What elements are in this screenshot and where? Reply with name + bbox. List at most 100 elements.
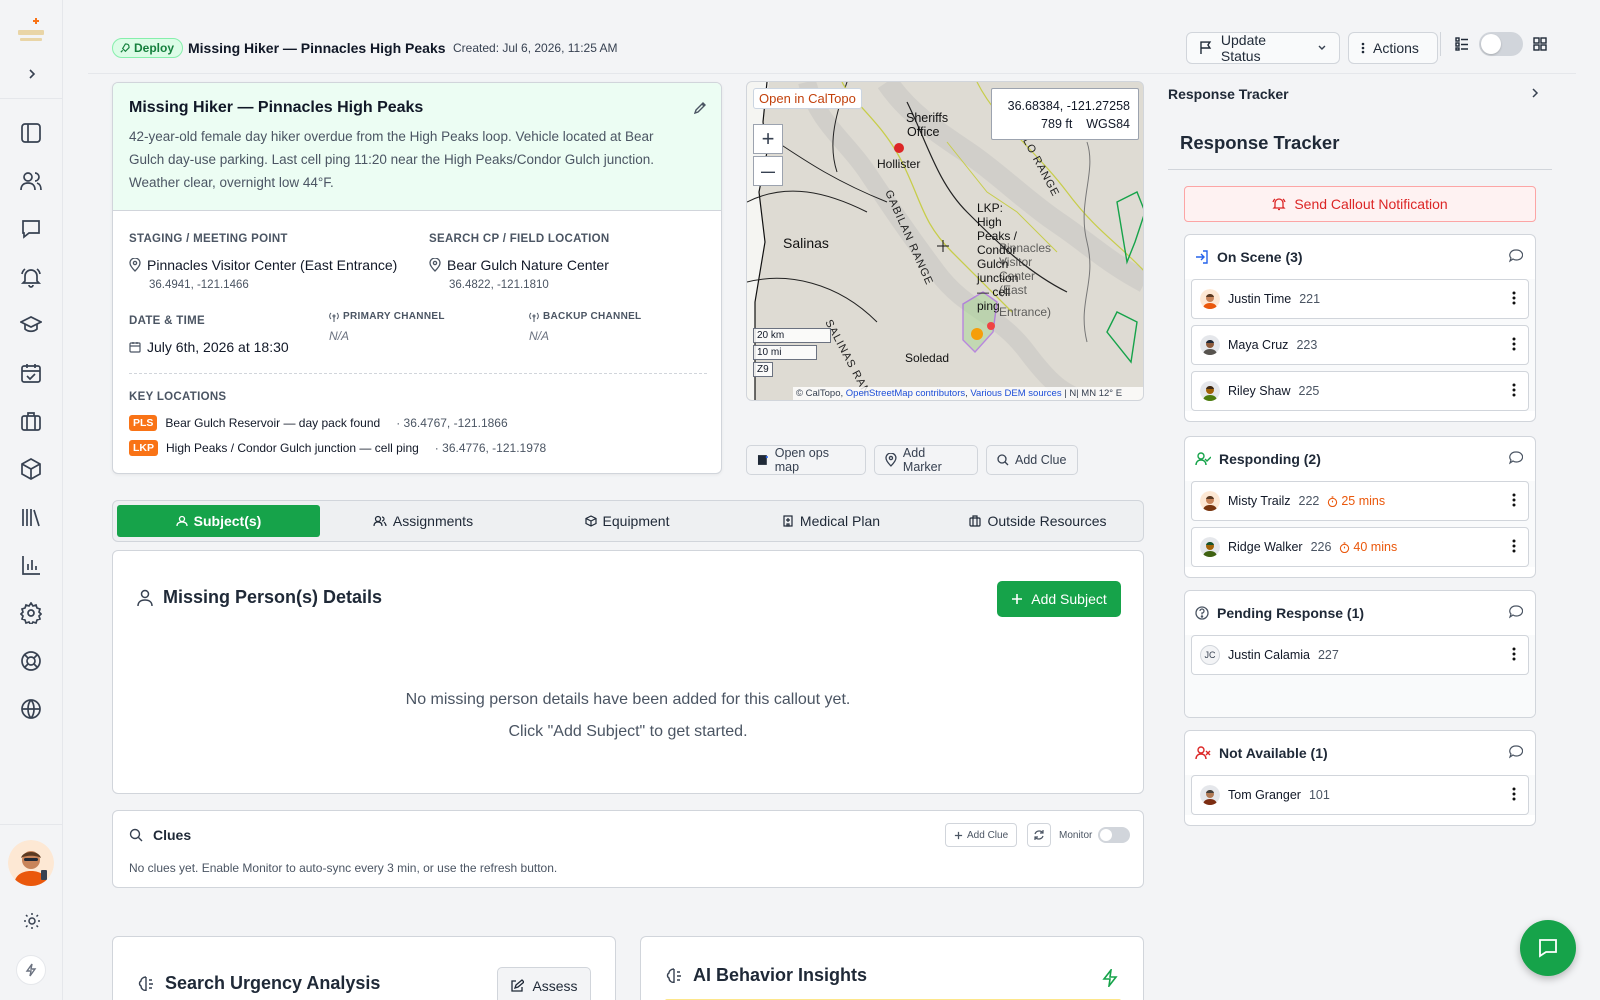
responder-row[interactable]: Justin Time 221 [1191, 279, 1529, 319]
lkp-line: High [977, 215, 1002, 229]
expand-sidebar-chevron-icon[interactable] [20, 62, 44, 86]
backup-channel-label: BACKUP CHANNEL [529, 311, 641, 322]
row-menu-dots-icon[interactable] [1512, 539, 1516, 553]
monitor-toggle[interactable]: Monitor [1059, 827, 1131, 843]
training-cap-icon[interactable] [16, 310, 46, 340]
group-chat-icon[interactable] [1509, 745, 1523, 759]
calendar-check-icon[interactable] [16, 358, 46, 388]
attribution-osm-link[interactable]: OpenStreetMap contributors [846, 388, 965, 399]
responder-name: Justin Time [1228, 292, 1292, 306]
send-callout-notification-button[interactable]: Send Callout Notification [1184, 186, 1536, 222]
settings-gear-icon[interactable] [16, 598, 46, 628]
library-icon[interactable] [16, 502, 46, 532]
members-icon[interactable] [16, 166, 46, 196]
callouts-bell-icon[interactable] [16, 262, 46, 292]
primary-channel-label-text: PRIMARY CHANNEL [343, 311, 445, 322]
attribution-dem-link[interactable]: Various DEM sources [970, 388, 1061, 399]
log-in-icon [1196, 250, 1208, 264]
quick-action-bolt-icon[interactable] [16, 955, 46, 985]
responder-number: 227 [1317, 648, 1339, 662]
ai-bolt-icon[interactable] [1101, 969, 1119, 987]
tab-assignments[interactable]: Assignments [323, 505, 523, 537]
row-menu-dots-icon[interactable] [1512, 383, 1516, 397]
theme-sun-icon[interactable] [22, 911, 42, 931]
assess-button[interactable]: Assess [497, 967, 591, 1000]
responder-number: 221 [1299, 292, 1321, 306]
grid-view-icon[interactable] [1533, 37, 1547, 51]
actions-button[interactable]: Actions [1348, 32, 1438, 64]
incident-map[interactable]: Sheriffs Office Hollister Salinas Soleda… [746, 81, 1144, 401]
row-menu-dots-icon[interactable] [1512, 787, 1516, 801]
row-menu-dots-icon[interactable] [1512, 337, 1516, 351]
add-clue-button[interactable]: Add Clue [945, 823, 1018, 847]
map-pin-icon [885, 453, 897, 467]
add-clue-map-button[interactable]: Add Clue [986, 445, 1078, 475]
chat-fab-button[interactable] [1520, 920, 1576, 976]
group-chat-icon[interactable] [1509, 249, 1523, 263]
map-zoom-in-button[interactable]: + [753, 124, 783, 154]
key-location-name: High Peaks / Condor Gulch junction — cel… [166, 441, 419, 455]
view-mode-switch[interactable] [1479, 32, 1523, 56]
cp-location[interactable]: Bear Gulch Nature Center [429, 257, 609, 273]
key-location-coords: · 36.4776, -121.1978 [434, 441, 547, 455]
map-readout-elevation-row: 789 ft WGS84 [1000, 115, 1130, 133]
group-chat-icon[interactable] [1509, 605, 1523, 619]
responder-eta: 40 mins [1339, 540, 1397, 554]
tab-subjects[interactable]: Subject(s) [117, 505, 320, 537]
map-coordinate-readout: 36.68384, -121.27258 789 ft WGS84 [991, 88, 1139, 140]
pending-response-group: Pending Response (1) JC Justin Calamia 2… [1184, 590, 1536, 718]
responder-row[interactable]: Maya Cruz 223 [1191, 325, 1529, 365]
responder-eta: 25 mins [1327, 494, 1385, 508]
group-chat-icon[interactable] [1509, 451, 1523, 465]
user-avatar[interactable] [8, 840, 54, 886]
staging-location[interactable]: Pinnacles Visitor Center (East Entrance) [129, 257, 397, 273]
row-menu-dots-icon[interactable] [1512, 493, 1516, 507]
responder-row[interactable]: Riley Shaw 225 [1191, 371, 1529, 411]
briefcase-icon[interactable] [16, 406, 46, 436]
map-scale-mi: 10 mi [753, 345, 817, 360]
pinnacles-line: Visitor [999, 255, 1032, 269]
responding-title: Responding (2) [1219, 451, 1321, 467]
tab-medical-plan[interactable]: Medical Plan [731, 505, 931, 537]
responder-row[interactable]: JC Justin Calamia 227 [1191, 635, 1529, 675]
response-tracker-divider [1168, 169, 1552, 170]
key-location-row[interactable]: PLS Bear Gulch Reservoir — day pack foun… [129, 415, 508, 431]
map-pin-icon [129, 258, 141, 272]
open-ops-map-button[interactable]: Open ops map [746, 445, 866, 475]
app-logo[interactable] [14, 14, 48, 48]
row-menu-dots-icon[interactable] [1512, 647, 1516, 661]
list-view-icon[interactable] [1455, 37, 1469, 51]
bell-ring-icon [1272, 198, 1286, 211]
refresh-clues-button[interactable] [1027, 823, 1051, 847]
send-callout-label: Send Callout Notification [1294, 196, 1448, 212]
responder-row[interactable]: Misty Trailz 222 25 mins [1191, 481, 1529, 521]
open-in-caltopo-link[interactable]: Open in CalTopo [753, 88, 862, 109]
update-status-button[interactable]: Update Status [1186, 32, 1340, 64]
tab-outside-resources[interactable]: Outside Resources [935, 505, 1141, 537]
tab-equipment[interactable]: Equipment [527, 505, 727, 537]
tab-medical-plan-label: Medical Plan [799, 513, 881, 529]
monitor-switch[interactable] [1098, 827, 1131, 843]
cp-label: SEARCH CP / FIELD LOCATION [429, 233, 610, 245]
help-lifebuoy-icon[interactable] [16, 646, 46, 676]
plus-icon [954, 831, 963, 839]
sidebar-panel-icon[interactable] [16, 118, 46, 148]
responder-number: 101 [1308, 788, 1330, 802]
collapse-chevron-icon[interactable] [1528, 86, 1542, 100]
globe-icon[interactable] [16, 694, 46, 724]
edit-pencil-icon[interactable] [693, 101, 707, 115]
responder-row[interactable]: Tom Granger 101 [1191, 775, 1529, 815]
key-location-coords-value: 36.4776, -121.1978 [442, 441, 547, 455]
key-location-row[interactable]: LKP High Peaks / Condor Gulch junction —… [129, 440, 546, 456]
add-marker-button[interactable]: Add Marker [874, 445, 978, 475]
reports-chart-icon[interactable] [16, 550, 46, 580]
add-subject-button[interactable]: Add Subject [997, 581, 1121, 617]
equipment-box-icon[interactable] [16, 454, 46, 484]
map-label-office: Office [907, 125, 939, 139]
responder-row[interactable]: Ridge Walker 226 40 mins [1191, 527, 1529, 567]
messages-icon[interactable] [16, 214, 46, 244]
edit-square-icon [511, 979, 525, 992]
row-menu-dots-icon[interactable] [1512, 291, 1516, 305]
map-zoom-out-button[interactable]: — [753, 156, 783, 186]
not-available-list: Tom Granger 101 [1185, 775, 1535, 815]
